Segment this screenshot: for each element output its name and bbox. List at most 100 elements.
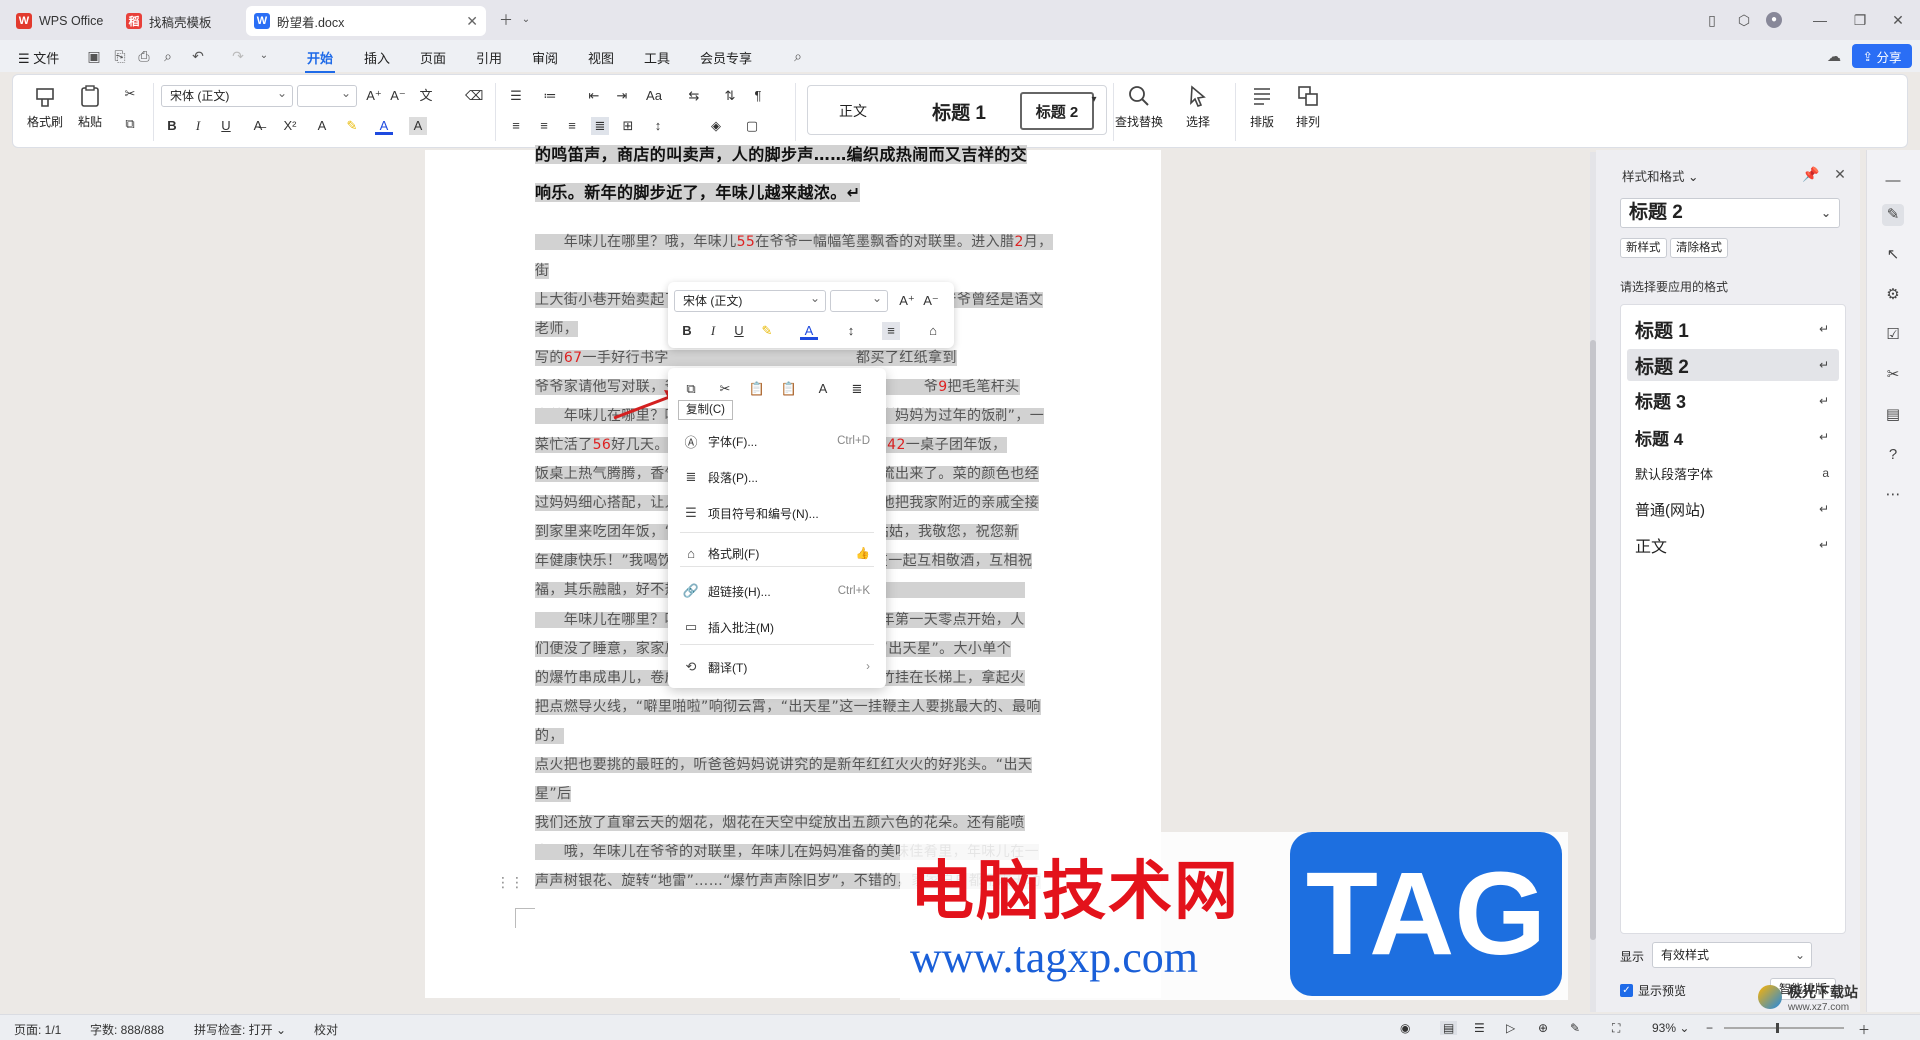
zoom-in-icon[interactable]: ＋ bbox=[1858, 1021, 1870, 1038]
mini-font-name-select[interactable]: 宋体 (正文) bbox=[674, 288, 826, 312]
strikethrough-icon[interactable]: A̶ bbox=[249, 117, 267, 135]
clear-format-icon[interactable]: ⌫ bbox=[465, 87, 483, 105]
arrange-button[interactable]: 排列 bbox=[1295, 83, 1321, 130]
tab-document[interactable]: W 盼望着.docx ✕ bbox=[246, 6, 486, 36]
font-name-select[interactable]: 宋体 (正文) bbox=[161, 83, 293, 107]
properties-icon[interactable]: ⚙ bbox=[1882, 284, 1904, 306]
bold-icon[interactable]: B bbox=[163, 117, 181, 135]
book-icon[interactable]: ▤ bbox=[1882, 404, 1904, 426]
tab-wps-office[interactable]: W WPS Office bbox=[8, 6, 112, 36]
menu-format-painter[interactable]: ⌂ 格式刷(F) 👍 bbox=[668, 538, 886, 568]
mini-font-size-select[interactable] bbox=[830, 288, 888, 312]
style-item[interactable]: 标题 1 ↵ bbox=[1627, 313, 1839, 345]
style-item[interactable]: 正文 ↵ bbox=[1627, 529, 1839, 561]
cube-icon[interactable]: ⬡ bbox=[1736, 12, 1752, 28]
menu-translate[interactable]: ⟲ 翻译(T) › bbox=[668, 652, 886, 682]
menu-page[interactable]: 页面 bbox=[420, 48, 446, 67]
menu-references[interactable]: 引用 bbox=[476, 48, 502, 67]
menu-bullets[interactable]: ☰ 项目符号和编号(N)... bbox=[668, 498, 886, 528]
superscript-icon[interactable]: X² bbox=[281, 117, 299, 135]
style-item[interactable]: 默认段落字体 a bbox=[1627, 457, 1839, 489]
file-menu[interactable]: ☰ 文件 bbox=[18, 48, 59, 67]
copy-icon[interactable]: ⧉ bbox=[121, 115, 139, 133]
menu-hyperlink[interactable]: 🔗 超链接(H)... Ctrl+K bbox=[668, 576, 886, 606]
share-button[interactable]: ⇪ 分享 bbox=[1852, 44, 1912, 68]
mini-font-color-icon[interactable]: A bbox=[800, 322, 818, 340]
tools-icon[interactable]: ✂ bbox=[1882, 364, 1904, 386]
new-style-button[interactable]: 新样式 bbox=[1620, 238, 1667, 258]
mini-format-painter-icon[interactable]: ⌂ bbox=[924, 322, 942, 340]
mini-shrink-font-icon[interactable]: A⁻ bbox=[922, 292, 940, 310]
clear-format-button[interactable]: 清除格式 bbox=[1670, 238, 1728, 258]
grow-font-icon[interactable]: A⁺ bbox=[365, 87, 383, 105]
font-size-select[interactable] bbox=[297, 83, 357, 107]
undo-icon[interactable]: ↶ bbox=[190, 48, 206, 64]
current-style-select[interactable]: 标题 2 ⌄ bbox=[1620, 198, 1840, 228]
select-icon[interactable]: ↖ bbox=[1882, 244, 1904, 266]
layout-icon[interactable]: ▯ bbox=[1704, 12, 1720, 28]
drag-handle-icon[interactable]: ⋮⋮ bbox=[496, 874, 524, 891]
mini-underline-icon[interactable]: U bbox=[730, 322, 748, 340]
style-item[interactable]: 标题 2 ↵ bbox=[1627, 349, 1839, 381]
italic-icon[interactable]: I bbox=[189, 117, 207, 135]
check-icon[interactable]: ☑ bbox=[1882, 324, 1904, 346]
underline-icon[interactable]: U bbox=[217, 117, 235, 135]
mini-grow-font-icon[interactable]: A⁺ bbox=[898, 292, 916, 310]
spell-check[interactable]: 拼写检查: 打开 ⌄ bbox=[194, 1021, 286, 1038]
tab-template[interactable]: 稻 找稿壳模板 bbox=[118, 6, 236, 36]
close-panel-icon[interactable]: ✕ bbox=[1832, 166, 1848, 182]
style-item[interactable]: 普通(网站) ↵ bbox=[1627, 493, 1839, 525]
select-button[interactable]: 选择 bbox=[1185, 83, 1211, 130]
tab-list-chevron-icon[interactable]: ⌄ bbox=[518, 12, 534, 28]
play-icon[interactable]: ▷ bbox=[1506, 1021, 1515, 1035]
style-gallery-more-icon[interactable]: ▾ bbox=[1085, 91, 1103, 109]
restore-icon[interactable]: ❐ bbox=[1852, 12, 1868, 28]
styles-icon[interactable]: ✎ bbox=[1882, 204, 1904, 226]
phonetic-icon[interactable]: 文 bbox=[417, 87, 435, 105]
collapse-icon[interactable]: — bbox=[1882, 170, 1904, 192]
proofread[interactable]: 校对 bbox=[314, 1021, 338, 1038]
format-painter-side-icon[interactable]: 👍 bbox=[856, 546, 870, 560]
format-painter-button[interactable]: 格式刷 bbox=[27, 83, 63, 130]
quick-access-chevron-icon[interactable]: ⌄ bbox=[256, 48, 272, 64]
eye-protect-icon[interactable]: ◉ bbox=[1400, 1021, 1410, 1035]
menu-insert-comment[interactable]: ▭ 插入批注(M) bbox=[668, 612, 886, 642]
avatar[interactable]: ● bbox=[1766, 12, 1782, 28]
shrink-font-icon[interactable]: A⁻ bbox=[389, 87, 407, 105]
style-item[interactable]: 标题 3 ↵ bbox=[1627, 385, 1839, 417]
zoom-slider-thumb[interactable] bbox=[1776, 1023, 1779, 1033]
text-effect-icon[interactable]: A bbox=[313, 117, 331, 135]
web-view-icon[interactable]: ⊕ bbox=[1538, 1021, 1548, 1035]
paste-special-icon[interactable]: ≣ bbox=[848, 380, 866, 398]
font-color-icon[interactable]: A bbox=[375, 117, 393, 135]
page-view-icon[interactable]: ▤ bbox=[1440, 1021, 1458, 1035]
mini-bold-icon[interactable]: B bbox=[678, 322, 696, 340]
show-style-select[interactable]: 有效样式 ⌄ bbox=[1652, 942, 1812, 968]
zoom-out-icon[interactable]: − bbox=[1706, 1021, 1713, 1035]
fit-icon[interactable]: ⛶ bbox=[1612, 1021, 1620, 1036]
paste-icon[interactable]: 📋 bbox=[748, 380, 766, 398]
pen-icon[interactable]: ✎ bbox=[1570, 1021, 1580, 1035]
print-icon[interactable]: ⎙ bbox=[136, 48, 152, 64]
close-tab-icon[interactable]: ✕ bbox=[466, 13, 478, 30]
mini-align-icon[interactable]: ≡ bbox=[882, 322, 900, 340]
menu-paragraph[interactable]: ≣ 段落(P)... bbox=[668, 462, 886, 492]
mini-line-spacing-icon[interactable]: ↕ bbox=[842, 322, 860, 340]
show-preview-checkbox[interactable]: ✓ 显示预览 bbox=[1620, 982, 1686, 999]
more-icon[interactable]: ⋯ bbox=[1882, 484, 1904, 506]
menu-insert[interactable]: 插入 bbox=[364, 48, 390, 67]
menu-font[interactable]: Ⓐ 字体(F)... Ctrl+D bbox=[668, 426, 886, 456]
mini-highlight-icon[interactable]: ✎ bbox=[758, 322, 776, 340]
align-left-icon[interactable]: ≡ bbox=[507, 117, 525, 135]
word-count[interactable]: 字数: 888/888 bbox=[90, 1021, 164, 1038]
copy-icon[interactable]: ⧉ bbox=[682, 380, 700, 398]
save-icon[interactable]: ▣ bbox=[86, 48, 102, 64]
find-replace-button[interactable]: 查找替换 bbox=[1115, 83, 1163, 130]
outline-view-icon[interactable]: ☰ bbox=[1474, 1021, 1485, 1035]
paste-text-icon[interactable]: A bbox=[814, 380, 832, 398]
menu-home[interactable]: 开始 bbox=[304, 48, 336, 73]
minimize-icon[interactable]: — bbox=[1812, 12, 1828, 28]
paste-button[interactable]: 粘贴 bbox=[77, 83, 103, 130]
redo-icon[interactable]: ↷ bbox=[230, 48, 246, 64]
cloud-icon[interactable]: ☁ bbox=[1826, 48, 1842, 64]
